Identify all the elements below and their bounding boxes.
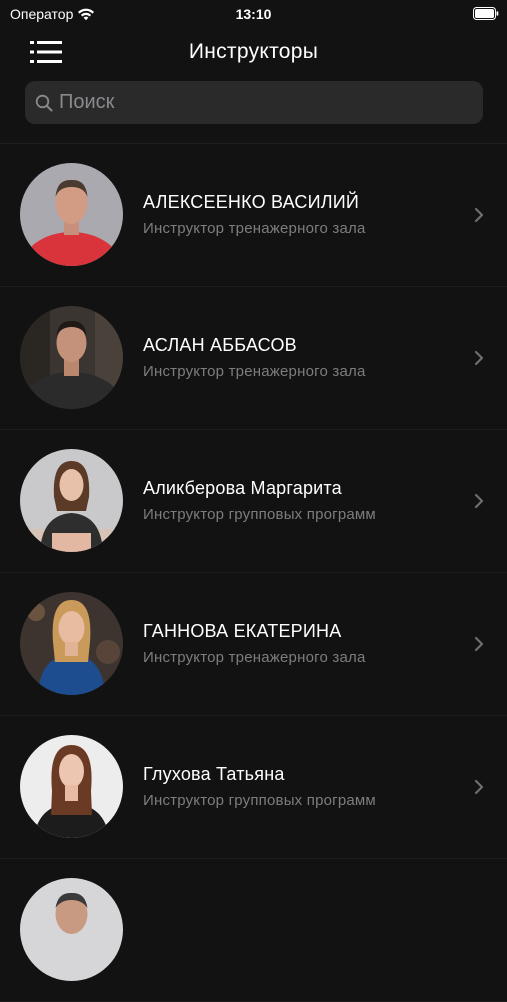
instructor-row[interactable]: Глухова Татьяна Инструктор групповых про… — [0, 716, 507, 859]
status-bar: Оператор 13:10 — [0, 0, 507, 28]
chevron-right-icon — [474, 493, 484, 509]
instructor-list: АЛЕКСЕЕНКО ВАСИЛИЙ Инструктор тренажерно… — [0, 144, 507, 1002]
battery-icon — [473, 7, 499, 20]
avatar — [20, 306, 123, 409]
search-icon — [35, 94, 53, 111]
search-bar[interactable] — [25, 81, 483, 124]
avatar — [20, 592, 123, 695]
instructor-role: Инструктор тренажерного зала — [143, 363, 366, 380]
chevron-right-icon — [474, 207, 484, 223]
status-time: 13:10 — [235, 6, 272, 22]
instructor-role: Инструктор тренажерного зала — [143, 220, 366, 237]
instructor-row[interactable]: ГАННОВА ЕКАТЕРИНА Инструктор тренажерног… — [0, 573, 507, 716]
avatar — [20, 163, 123, 266]
chevron-right-icon — [474, 779, 484, 795]
instructor-name: АСЛАН АББАСОВ — [143, 335, 297, 355]
instructor-row[interactable]: АЛЕКСЕЕНКО ВАСИЛИЙ Инструктор тренажерно… — [0, 144, 507, 287]
instructor-role: Инструктор групповых программ — [143, 506, 376, 523]
chevron-right-icon — [474, 350, 484, 366]
instructor-role: Инструктор тренажерного зала — [143, 649, 366, 666]
instructor-row-partial[interactable] — [0, 859, 507, 1002]
avatar — [20, 878, 123, 981]
chevron-right-icon — [474, 636, 484, 652]
nav-bar: Инструкторы — [0, 28, 507, 76]
instructor-name: Аликберова Маргарита — [143, 478, 342, 498]
instructor-name: АЛЕКСЕЕНКО ВАСИЛИЙ — [143, 192, 360, 212]
instructor-row[interactable]: Аликберова Маргарита Инструктор групповы… — [0, 430, 507, 573]
page-title: Инструкторы — [188, 40, 319, 63]
instructor-row[interactable]: АСЛАН АББАСОВ Инструктор тренажерного за… — [0, 287, 507, 430]
instructor-role: Инструктор групповых программ — [143, 792, 376, 809]
instructor-name: ГАННОВА ЕКАТЕРИНА — [143, 621, 342, 641]
instructor-name: Глухова Татьяна — [143, 764, 285, 784]
search-input[interactable] — [59, 81, 483, 124]
avatar — [20, 449, 123, 552]
avatar — [20, 735, 123, 838]
